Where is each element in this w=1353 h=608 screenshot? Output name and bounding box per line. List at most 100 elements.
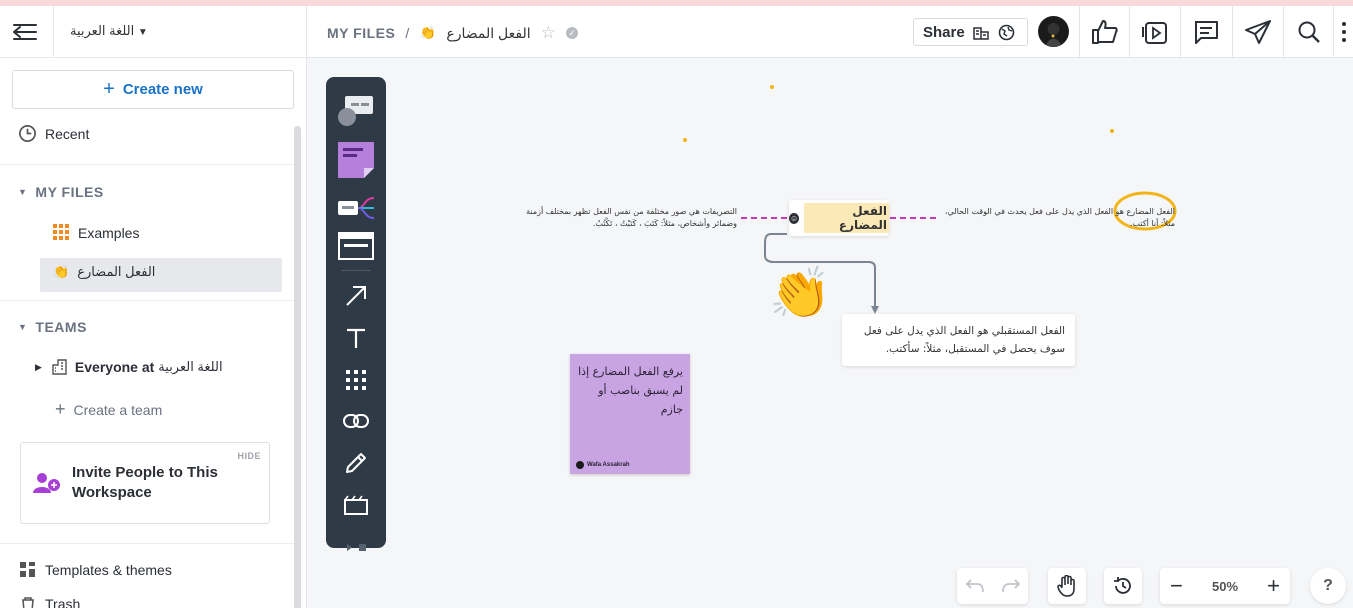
author-avatar bbox=[576, 461, 584, 469]
mindmap-left-node[interactable]: التصريفات هي صور مختلفة من نفس الفعل تظه… bbox=[521, 206, 737, 230]
caret-down-icon: ▼ bbox=[18, 187, 28, 197]
author-name: Wafa Assakrah bbox=[587, 462, 630, 468]
sidebar: اللغة العربية ▼ + Create new Recent ▼ MY… bbox=[0, 6, 307, 608]
breadcrumb-separator: / bbox=[405, 25, 410, 41]
verified-icon: ✓ bbox=[566, 27, 579, 39]
clapping-hands-icon: 👏 bbox=[53, 264, 70, 279]
invite-card[interactable]: HIDE Invite People to This Workspace bbox=[20, 442, 270, 524]
sticky-author: Wafa Assakrah bbox=[576, 461, 630, 469]
board-canvas[interactable]: ☺ الفعل المضارع التصريفات هي صور مختلفة … bbox=[307, 58, 1353, 608]
templates-icon bbox=[20, 562, 35, 577]
plus-icon: + bbox=[103, 78, 115, 100]
workspace-name: اللغة العربية bbox=[70, 23, 135, 38]
present-icon bbox=[1141, 22, 1167, 44]
plus-icon: + bbox=[55, 399, 66, 419]
board-title[interactable]: الفعل المضارع bbox=[446, 25, 530, 42]
caret-right-icon: ▶ bbox=[35, 361, 42, 372]
sidebar-item-recent[interactable]: Recent bbox=[18, 124, 306, 143]
undo-icon[interactable] bbox=[965, 579, 985, 593]
sidebar-item-trash[interactable]: Trash bbox=[20, 596, 306, 608]
comment-icon bbox=[1194, 21, 1218, 44]
recent-label: Recent bbox=[45, 125, 90, 142]
team-name: اللغة العربية bbox=[158, 359, 223, 374]
sidebar-item-templates[interactable]: Templates & themes bbox=[20, 562, 306, 578]
undo-redo-group bbox=[957, 568, 1028, 604]
hand-icon bbox=[1057, 575, 1075, 597]
zoom-level[interactable]: 50% bbox=[1212, 579, 1238, 594]
team-prefix: Everyone at bbox=[74, 359, 155, 375]
globe-icon bbox=[998, 24, 1015, 40]
collapse-sidebar-icon[interactable] bbox=[12, 22, 38, 42]
mindmap-center-node[interactable]: ☺ الفعل المضارع bbox=[789, 200, 889, 236]
header-divider bbox=[53, 6, 54, 58]
mindmap-bottom-node[interactable]: الفعل المستقبلي هو الفعل الذي يدل على فع… bbox=[842, 314, 1075, 366]
templates-label: Templates & themes bbox=[45, 562, 172, 578]
create-team-button[interactable]: + Create a team bbox=[55, 399, 306, 420]
teams-label: TEAMS bbox=[35, 319, 87, 335]
share-button[interactable]: Share bbox=[913, 18, 1028, 46]
redo-icon[interactable] bbox=[1001, 579, 1021, 593]
zoom-controls: − 50% + bbox=[1160, 568, 1290, 604]
clapping-hands-emoji[interactable]: 👏 bbox=[769, 263, 831, 323]
create-new-label: Create new bbox=[122, 81, 203, 98]
trash-label: Trash bbox=[45, 596, 81, 608]
examples-label: Examples bbox=[78, 224, 140, 241]
send-button[interactable] bbox=[1232, 6, 1282, 58]
sidebar-header: اللغة العربية ▼ bbox=[0, 6, 306, 58]
like-icon bbox=[1091, 20, 1118, 44]
sticky-note-text: يرفع الفعل المضارع إذا لم يسبق بناصب أو … bbox=[578, 365, 683, 416]
divider bbox=[0, 164, 295, 165]
breadcrumb: MY FILES / 👏 الفعل المضارع ☆ ✓ bbox=[327, 23, 579, 43]
create-new-button[interactable]: + Create new bbox=[12, 70, 294, 109]
team-everyone[interactable]: ▶ Everyone at اللغة العربية bbox=[35, 359, 306, 375]
history-button[interactable] bbox=[1104, 568, 1142, 604]
comment-button[interactable] bbox=[1180, 6, 1230, 58]
zoom-in-button[interactable]: + bbox=[1267, 573, 1280, 599]
create-team-label: Create a team bbox=[73, 401, 163, 418]
mindmap-connectors bbox=[741, 191, 1177, 314]
divider bbox=[0, 543, 295, 544]
star-icon[interactable]: ☆ bbox=[541, 23, 557, 43]
top-bar: MY FILES / 👏 الفعل المضارع ☆ ✓ Share bbox=[307, 6, 1353, 58]
add-people-icon bbox=[33, 473, 60, 493]
team-access-icon bbox=[972, 26, 989, 40]
center-node-text: الفعل المضارع bbox=[804, 203, 889, 233]
teams-section[interactable]: ▼ TEAMS bbox=[18, 319, 87, 335]
sidebar-item-examples[interactable]: Examples bbox=[53, 224, 306, 241]
caret-down-icon: ▼ bbox=[18, 322, 28, 332]
zoom-out-button[interactable]: − bbox=[1170, 573, 1183, 599]
sticky-note[interactable]: يرفع الفعل المضارع إذا لم يسبق بناصب أو … bbox=[570, 354, 690, 474]
more-icon bbox=[1341, 22, 1346, 42]
sidebar-item-board-label-row[interactable]: 👏 الفعل المضارع bbox=[53, 264, 306, 280]
bottom-node-text: الفعل المستقبلي هو الفعل الذي يدل على فع… bbox=[863, 325, 1065, 355]
sidebar-scrollbar[interactable] bbox=[294, 126, 301, 608]
chevron-down-icon: ▼ bbox=[137, 27, 148, 38]
my-files-section[interactable]: ▼ MY FILES bbox=[18, 184, 104, 200]
building-icon bbox=[52, 359, 67, 375]
more-button[interactable] bbox=[1333, 6, 1353, 58]
history-icon bbox=[1114, 577, 1131, 594]
like-button[interactable] bbox=[1079, 6, 1129, 58]
hide-button[interactable]: HIDE bbox=[237, 451, 261, 461]
pan-hand-button[interactable] bbox=[1048, 568, 1086, 604]
my-files-label: MY FILES bbox=[35, 184, 104, 200]
invite-text: Invite People to This Workspace bbox=[72, 464, 218, 501]
help-button[interactable]: ? bbox=[1310, 568, 1346, 604]
workspace-switcher[interactable]: اللغة العربية ▼ bbox=[70, 23, 148, 39]
share-label: Share bbox=[923, 23, 965, 41]
mindmap-right-node[interactable]: الفعل المضارع هو الفعل الذي يدل على فعل … bbox=[943, 206, 1175, 230]
send-icon bbox=[1244, 20, 1271, 44]
avatar[interactable] bbox=[1038, 16, 1069, 47]
clapping-hands-icon: 👏 bbox=[419, 25, 437, 40]
clock-icon bbox=[19, 125, 36, 142]
trash-icon bbox=[22, 597, 34, 608]
present-button[interactable] bbox=[1129, 6, 1179, 58]
smiley-icon: ☺ bbox=[789, 212, 800, 224]
board-label: الفعل المضارع bbox=[77, 264, 156, 279]
grid-icon bbox=[53, 224, 69, 240]
search-icon bbox=[1298, 21, 1320, 43]
search-button[interactable] bbox=[1283, 6, 1333, 58]
help-icon: ? bbox=[1323, 577, 1333, 594]
divider bbox=[0, 300, 295, 301]
breadcrumb-my-files[interactable]: MY FILES bbox=[327, 25, 395, 41]
